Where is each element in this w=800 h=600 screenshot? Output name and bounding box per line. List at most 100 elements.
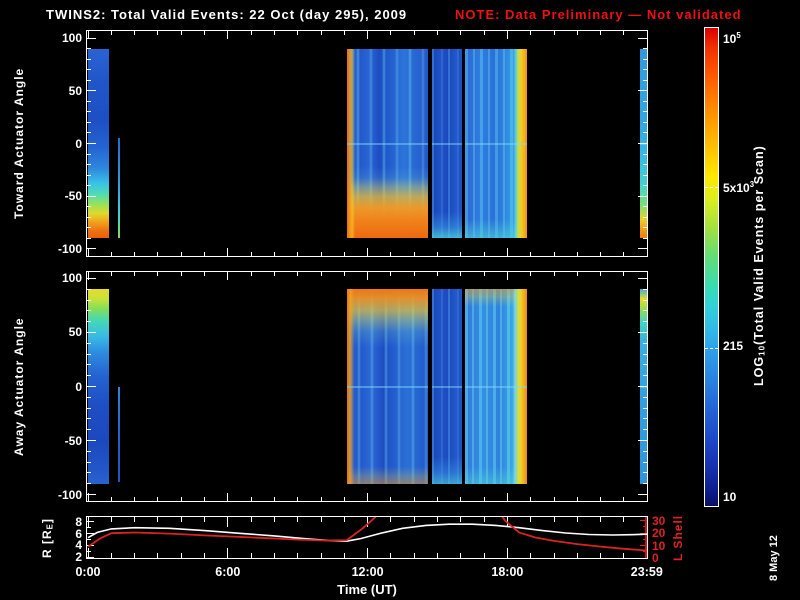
angle-tick [643,237,647,239]
angle-tick [87,342,91,344]
time-tick [343,272,345,276]
time-tick [623,31,625,35]
colorbar-dashed-line [705,187,718,189]
angle-tick [638,143,647,144]
time-tick [320,252,322,256]
angle-tick [643,429,647,431]
y-axis-label-away: Away Actuator Angle [12,317,26,456]
zero-angle-line [431,386,462,389]
angle-tick-label: 50 [68,83,82,98]
zero-angle-line [464,143,528,146]
l-shell-tick-label: 20 [652,526,666,541]
colorbar-gradient [705,28,718,506]
angle-tick [87,364,91,366]
colorbar-tick-label: 5x103 [723,180,755,196]
time-tick [553,31,555,35]
time-tick [250,497,252,501]
angle-tick [643,153,647,155]
angle-tick [643,353,647,355]
angle-tick [87,90,96,92]
l-shell-tick-label: 30 [652,513,666,528]
page-title: TWINS2: Total Valid Events: 22 Oct (day … [46,7,408,22]
time-tick-label: 18:00 [491,565,524,579]
time-tick [460,497,462,501]
angle-tick [638,37,647,39]
angle-tick [87,450,91,452]
r-tick-label: 6 [75,526,82,541]
angle-tick [643,418,647,420]
angle-tick [87,331,96,333]
angle-tick [643,206,647,208]
time-tick [553,272,555,276]
time-tick [227,493,229,501]
spectrogram-toward-panel [86,30,648,257]
time-tick [600,272,602,276]
angle-tick [643,111,647,113]
angle-tick [87,440,96,441]
zero-angle-line [464,386,528,389]
time-tick [413,272,415,276]
time-tick [87,272,89,280]
time-tick [343,497,345,501]
orbit-curves [87,517,647,552]
angle-tick [87,185,91,187]
angle-tick [643,461,647,463]
time-tick [157,252,159,256]
angle-tick [643,299,647,301]
angle-tick [643,472,647,474]
angle-tick-label: 100 [61,271,82,286]
time-tick [390,31,392,35]
time-tick [553,497,555,501]
time-tick [367,31,369,39]
angle-tick [87,153,91,155]
angle-tick [87,353,91,355]
time-tick [204,497,205,501]
time-tick [483,497,485,501]
angle-tick-label: 50 [68,325,82,340]
time-tick [576,497,578,501]
colorbar-tick-label: 215 [723,338,744,353]
angle-tick [643,310,647,312]
angle-tick [643,132,647,134]
angle-tick [643,321,647,323]
time-tick [390,252,392,256]
colorbar-title: LOG10(Total Valid Events per Scan) [752,145,767,387]
angle-tick [643,69,647,71]
time-tick [600,31,602,35]
time-tick [297,31,299,35]
time-tick [343,252,345,256]
angle-tick [87,321,91,323]
angle-tick [643,121,647,123]
time-tick [110,252,112,256]
data-block [431,48,462,239]
time-tick [157,497,159,501]
orbit-parameters-panel [86,516,648,559]
time-tick [576,252,578,256]
angle-tick [638,386,647,387]
time-tick [297,497,299,501]
angle-tick [87,69,91,71]
angle-tick-label: -100 [57,487,82,502]
angle-tick [643,227,647,229]
angle-tick [643,216,647,218]
time-tick [297,272,299,276]
time-tick [134,31,136,35]
time-tick [273,31,275,35]
angle-tick [643,185,647,187]
angle-tick [643,58,647,60]
time-tick [134,272,136,276]
time-tick [530,497,532,501]
angle-tick [638,331,647,333]
time-tick [180,272,182,276]
data-block [346,48,429,239]
time-tick [553,252,555,256]
time-tick [367,493,369,501]
time-tick [437,272,438,276]
angle-tick [87,299,91,301]
time-tick [623,272,625,276]
time-tick [646,31,647,39]
angle-tick [87,143,96,144]
angle-tick [87,121,91,123]
angle-tick-label: -50 [64,189,82,204]
time-tick [157,31,159,35]
